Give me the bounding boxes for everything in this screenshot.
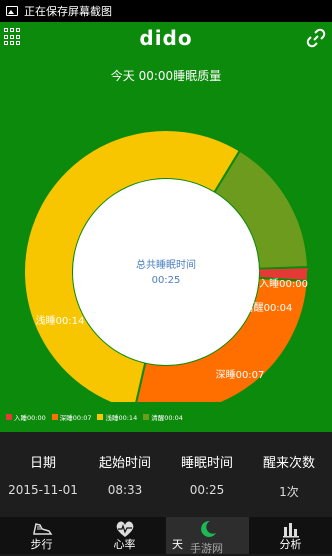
stat-start-time: 起始时间 08:33 [98, 456, 151, 497]
center-value: 00:25 [152, 275, 181, 286]
bottom-nav: 步行 心率 天 分析 [0, 517, 332, 554]
slice-label-1: 深睡00:07 [216, 368, 265, 381]
legend-swatch [51, 414, 58, 420]
donut-center [73, 179, 259, 365]
center-label: 总共睡眠时间 [136, 258, 196, 271]
legend-swatch [6, 414, 12, 420]
tab-walk[interactable]: 步行 [0, 517, 83, 554]
legend-item: 入睡00:00 [6, 412, 46, 422]
link-icon[interactable] [306, 28, 326, 48]
legend-item: 清醒00:04 [143, 412, 183, 422]
legend-swatch [143, 414, 150, 420]
chart-legend: 入睡00:00 深睡00:07 浅睡00:14 清醒00:04 [6, 412, 183, 422]
status-bar: 正在保存屏幕截图 [0, 0, 332, 22]
app-title: dido [139, 26, 193, 50]
legend-swatch [97, 414, 104, 420]
stat-date: 日期 2015-11-01 [8, 456, 78, 497]
legend-item: 深睡00:07 [51, 412, 91, 422]
sleep-quality-title: 今天 00:00睡眠质量 [110, 69, 222, 83]
slice-label-0: 入睡00:00 [259, 277, 308, 290]
legend-item: 浅睡00:14 [97, 412, 137, 422]
slice-label-2: 浅睡00:14 [36, 314, 85, 327]
sleep-stats: 日期 2015-11-01 起始时间 08:33 睡眠时间 00:25 醒来次数… [0, 432, 332, 517]
onset-marker [258, 268, 308, 272]
stat-wake-count: 醒来次数 1次 [262, 456, 315, 499]
screenshot-icon [6, 6, 18, 16]
tab-analysis[interactable]: 分析 [249, 517, 332, 554]
slice-label-3: 清醒00:04 [244, 301, 293, 314]
app-header: dido [0, 22, 332, 58]
stat-sleep-time: 睡眠时间 00:25 [180, 456, 233, 497]
sleep-donut-chart: 总共睡眠时间 00:25 入睡00:00 深睡00:07 浅睡00:14 清醒00:0… [23, 129, 309, 402]
status-text: 正在保存屏幕截图 [24, 5, 112, 18]
sleep-panel: dido 今天 00:00睡眠质量 总共睡眠时间 00:25 入睡00:00 深睡… [0, 22, 332, 432]
